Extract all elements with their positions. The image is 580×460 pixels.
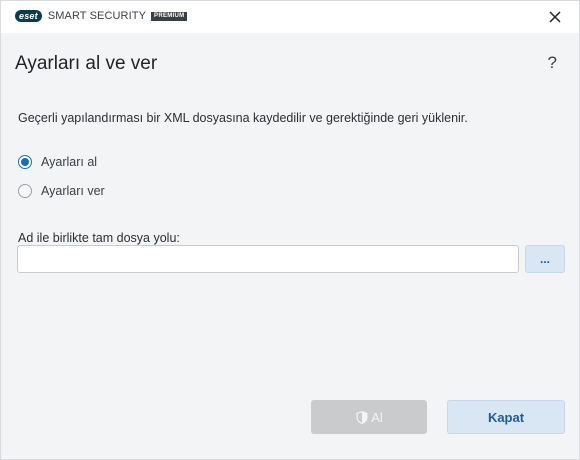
file-path-input[interactable] [17,245,519,273]
radio-import-settings[interactable]: Ayarları al [18,155,97,169]
shield-icon [355,410,369,425]
close-button[interactable]: Kapat [447,400,565,434]
page-title: Ayarları al ve ver [15,53,158,74]
import-button-label: Al [371,409,383,425]
radio-export-label: Ayarları ver [41,184,105,198]
browse-button[interactable]: ... [525,245,565,273]
import-button[interactable]: Al [311,400,427,434]
settings-import-export-dialog: eset SMART SECURITY PREMIUM Ayarları al … [0,0,580,460]
radio-export-settings[interactable]: Ayarları ver [18,184,105,198]
app-logo: eset SMART SECURITY PREMIUM [15,10,188,22]
radio-button-selected[interactable] [18,155,32,169]
product-name: SMART SECURITY [47,10,147,22]
edition-badge: PREMIUM [151,11,188,21]
close-icon [549,11,561,23]
close-window-button[interactable] [545,7,565,27]
title-bar: eset SMART SECURITY PREMIUM [1,1,579,33]
radio-import-label: Ayarları al [41,155,98,169]
help-button[interactable]: ? [548,53,557,73]
eset-logo: eset [15,10,42,22]
file-path-label: Ad ile birlikte tam dosya yolu: [18,231,180,245]
radio-button-unselected[interactable] [18,184,32,198]
description-text: Geçerli yapılandırması bir XML dosyasına… [18,111,468,125]
